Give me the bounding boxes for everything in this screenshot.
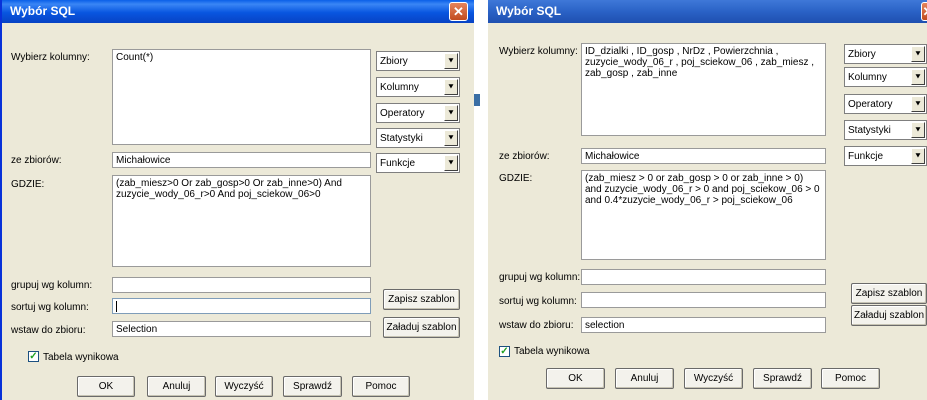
columns-field[interactable]: ID_dzialki , ID_gosp , NrDz , Powierzchn… [581, 43, 826, 136]
sql-dialog-right: Wybór SQL ✕ Wybierz kolumny: ID_dzialki … [488, 0, 927, 400]
group-field[interactable] [581, 269, 826, 285]
group-label: grupuj wg kolumn: [11, 280, 93, 291]
window-title: Wybór SQL [496, 4, 562, 18]
window-title: Wybór SQL [10, 4, 76, 18]
combo-value: Funkcje [380, 158, 416, 169]
combo-value: Statystyki [380, 133, 423, 144]
from-label: ze zbiorów: [11, 155, 62, 166]
where-field[interactable]: (zab_miesz>0 Or zab_gosp>0 Or zab_inne>0… [112, 175, 371, 267]
combo-value: Zbiory [380, 56, 408, 67]
combo-funkcje[interactable]: Funkcje ⯆ [376, 153, 460, 173]
desktop-fragment [474, 94, 480, 106]
combo-value: Zbiory [848, 49, 876, 60]
check-button[interactable]: Sprawdź [283, 376, 342, 397]
background-gap [474, 0, 488, 400]
combo-operatory[interactable]: Operatory ⯆ [844, 94, 927, 114]
where-label: GDZIE: [499, 173, 533, 184]
cancel-button[interactable]: Anuluj [147, 376, 206, 397]
chevron-down-icon[interactable]: ⯆ [444, 53, 458, 69]
combo-operatory[interactable]: Operatory ⯆ [376, 103, 460, 123]
chevron-down-icon[interactable]: ⯆ [911, 69, 925, 85]
from-field[interactable]: Michałowice [112, 152, 371, 168]
sort-label: sortuj wg kolumn: [11, 302, 89, 313]
chevron-down-icon[interactable]: ⯆ [911, 148, 925, 164]
text-cursor [116, 301, 117, 312]
load-template-button[interactable]: Załaduj szablon [383, 317, 460, 338]
group-field[interactable] [112, 277, 371, 293]
into-label: wstaw do zbioru: [499, 320, 574, 331]
ok-button[interactable]: OK [77, 376, 135, 397]
combo-zbiory[interactable]: Zbiory ⯆ [844, 44, 927, 64]
combo-value: Statystyki [848, 125, 891, 136]
combo-statystyki[interactable]: Statystyki ⯆ [376, 128, 460, 148]
combo-value: Kolumny [848, 72, 887, 83]
where-field[interactable]: (zab_miesz > 0 or zab_gosp > 0 or zab_in… [581, 170, 826, 260]
chevron-down-icon[interactable]: ⯆ [911, 122, 925, 138]
combo-value: Operatory [380, 108, 425, 119]
columns-label: Wybierz kolumny: [499, 46, 578, 57]
close-icon[interactable]: ✕ [921, 2, 927, 21]
clear-button[interactable]: Wyczyść [215, 376, 273, 397]
combo-kolumny[interactable]: Kolumny ⯆ [376, 77, 460, 97]
into-field[interactable]: Selection [112, 321, 371, 337]
sort-field[interactable] [112, 298, 371, 314]
chevron-down-icon[interactable]: ⯆ [911, 46, 925, 62]
into-label: wstaw do zbioru: [11, 325, 86, 336]
combo-zbiory[interactable]: Zbiory ⯆ [376, 51, 460, 71]
clear-button[interactable]: Wyczyść [684, 368, 743, 389]
from-label: ze zbiorów: [499, 151, 550, 162]
chevron-down-icon[interactable]: ⯆ [911, 96, 925, 112]
save-template-button[interactable]: Zapisz szablon [383, 289, 460, 310]
chevron-down-icon[interactable]: ⯆ [444, 130, 458, 146]
load-template-button[interactable]: Załaduj szablon [851, 305, 927, 326]
combo-kolumny[interactable]: Kolumny ⯆ [844, 67, 927, 87]
columns-field[interactable]: Count(*) [112, 49, 371, 145]
title-bar[interactable]: Wybór SQL ✕ [488, 0, 927, 23]
result-table-checkbox[interactable]: ✓ [499, 346, 510, 357]
close-icon[interactable]: ✕ [449, 2, 468, 21]
columns-label: Wybierz kolumny: [11, 52, 90, 63]
ok-button[interactable]: OK [546, 368, 605, 389]
from-field[interactable]: Michałowice [581, 148, 826, 164]
sql-dialog-left: Wybór SQL ✕ Wybierz kolumny: Count(*) ze… [0, 0, 474, 400]
result-table-checkbox[interactable]: ✓ [28, 351, 39, 362]
combo-value: Funkcje [848, 151, 884, 162]
cancel-button[interactable]: Anuluj [615, 368, 674, 389]
combo-funkcje[interactable]: Funkcje ⯆ [844, 146, 927, 166]
title-bar[interactable]: Wybór SQL ✕ [2, 0, 474, 23]
help-button[interactable]: Pomoc [352, 376, 410, 397]
where-label: GDZIE: [11, 179, 45, 190]
combo-value: Operatory [848, 99, 893, 110]
help-button[interactable]: Pomoc [821, 368, 880, 389]
group-label: grupuj wg kolumn: [499, 272, 581, 283]
check-button[interactable]: Sprawdź [753, 368, 812, 389]
chevron-down-icon[interactable]: ⯆ [444, 155, 458, 171]
combo-statystyki[interactable]: Statystyki ⯆ [844, 120, 927, 140]
save-template-button[interactable]: Zapisz szablon [851, 283, 927, 304]
chevron-down-icon[interactable]: ⯆ [444, 105, 458, 121]
result-table-label: Tabela wynikowa [43, 352, 119, 363]
result-table-label: Tabela wynikowa [514, 346, 590, 357]
sort-label: sortuj wg kolumn: [499, 296, 577, 307]
combo-value: Kolumny [380, 82, 419, 93]
sort-field[interactable] [581, 292, 826, 308]
into-field[interactable]: selection [581, 317, 826, 333]
chevron-down-icon[interactable]: ⯆ [444, 79, 458, 95]
